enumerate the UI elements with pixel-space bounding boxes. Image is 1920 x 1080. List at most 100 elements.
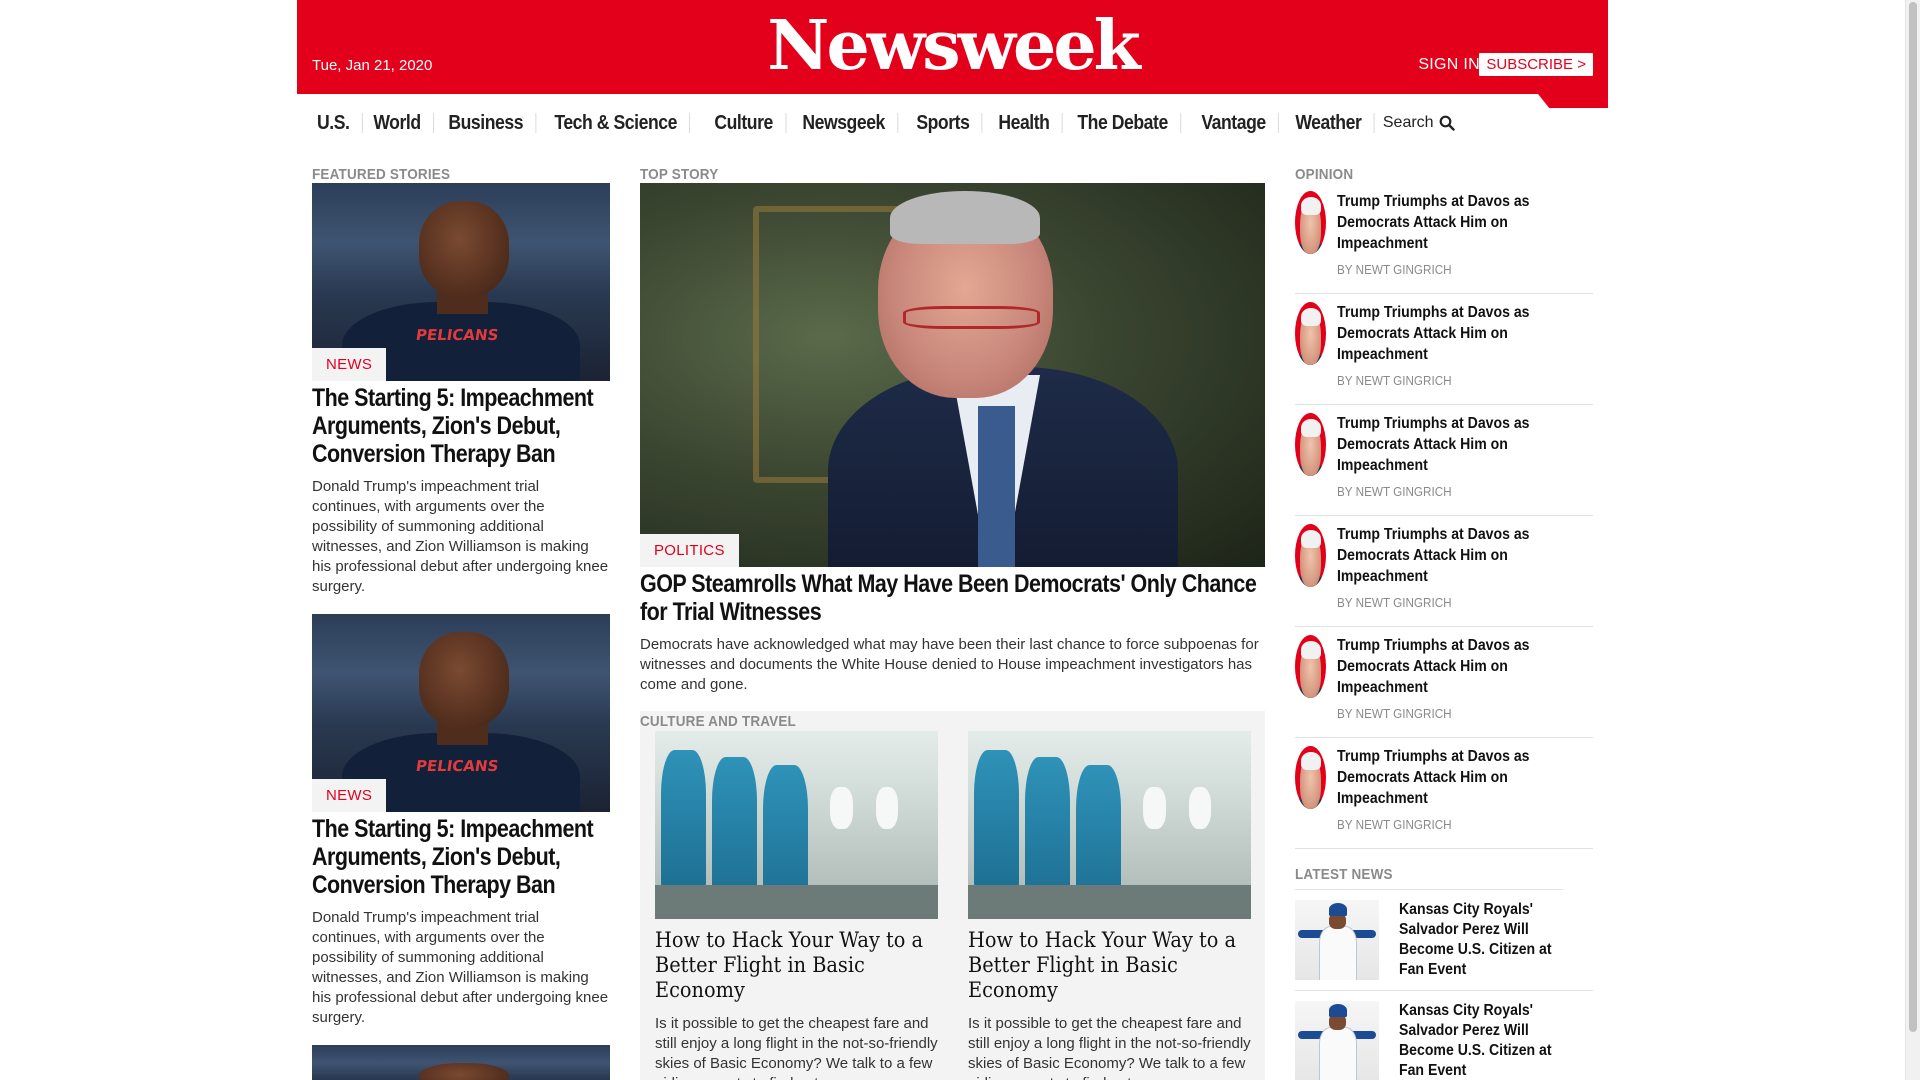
sign-in-link[interactable]: SIGN IN (1418, 56, 1480, 74)
nav-item-world[interactable]: World (361, 113, 434, 133)
author-avatar[interactable] (1295, 746, 1326, 809)
story-summary: Donald Trump's impeachment trial continu… (312, 478, 609, 595)
zion-photo[interactable]: PELICANS NEWS (312, 183, 610, 381)
opinion-item[interactable]: Trump Triumphs at Davos as Democrats Att… (1295, 738, 1593, 849)
travel-summary: Is it possible to get the cheapest fare … (968, 1015, 1251, 1080)
opinion-byline[interactable]: BY NEWT GINGRICH (1337, 262, 1568, 277)
photo-head (419, 200, 509, 296)
photo-tie (977, 405, 1015, 567)
culture-travel-label: CULTURE AND TRAVEL (640, 713, 796, 730)
opinion-item[interactable]: Trump Triumphs at Davos as Democrats Att… (1295, 405, 1593, 516)
subscribe-button[interactable]: SUBSCRIBE > (1479, 53, 1593, 76)
story-headline[interactable]: The Starting 5: Impeachment Arguments, Z… (312, 815, 609, 899)
photo-head (419, 631, 509, 727)
featured-story[interactable]: PELICANS NEWS The Starting 5: Impeachmen… (312, 614, 610, 1028)
opinion-headline[interactable]: Trump Triumphs at Davos as Democrats Att… (1337, 524, 1594, 587)
photo-glasses (902, 305, 1040, 329)
opinion-byline[interactable]: BY NEWT GINGRICH (1337, 817, 1568, 832)
opinion-item[interactable]: Trump Triumphs at Davos as Democrats Att… (1295, 183, 1593, 294)
photo-floor (968, 885, 1251, 919)
travel-headline[interactable]: How to Hack Your Way to a Better Flight … (968, 928, 1249, 1003)
category-tag[interactable]: NEWS (312, 348, 387, 381)
zion-photo-partial[interactable] (312, 1045, 610, 1080)
avatar-hair (1300, 641, 1321, 659)
opinion-item[interactable]: Trump Triumphs at Davos as Democrats Att… (1295, 627, 1593, 738)
avatar-hair (1300, 752, 1321, 770)
author-avatar[interactable] (1295, 413, 1326, 476)
photo-seat (711, 757, 757, 904)
nav-item-tech-science[interactable]: Tech & Science (542, 113, 690, 133)
plane-cabin-photo[interactable] (968, 731, 1251, 919)
opinion-headline[interactable]: Trump Triumphs at Davos as Democrats Att… (1337, 302, 1594, 365)
category-tag[interactable]: NEWS (312, 779, 387, 812)
culture-travel-section: CULTURE AND TRAVEL How to Hack Your Way … (640, 711, 1265, 1080)
photo-floor (655, 885, 938, 919)
opinion-headline[interactable]: Trump Triumphs at Davos as Democrats Att… (1337, 191, 1594, 254)
opinion-headline[interactable]: Trump Triumphs at Davos as Democrats Att… (1337, 746, 1594, 809)
featured-story[interactable]: PELICANS NEWS The Starting 5: Impeachmen… (312, 183, 610, 597)
nav-item-the-debate[interactable]: The Debate (1065, 113, 1181, 133)
newsweek-logo[interactable]: Newsweek (297, 6, 1608, 86)
photo-window (1143, 787, 1167, 829)
top-story-headline[interactable]: GOP Steamrolls What May Have Been Democr… (640, 570, 1264, 626)
author-avatar[interactable] (1295, 524, 1326, 587)
search-label: Search (1382, 114, 1434, 131)
category-tag[interactable]: POLITICS (640, 534, 739, 567)
opinion-byline[interactable]: BY NEWT GINGRICH (1337, 484, 1568, 499)
shirt-print: PELICANS (415, 325, 500, 344)
page-scrollbar[interactable] (1905, 0, 1920, 1080)
nav-item-health[interactable]: Health (986, 113, 1063, 133)
travel-card[interactable]: How to Hack Your Way to a Better Flight … (655, 731, 938, 1080)
top-story-photo[interactable]: POLITICS (640, 183, 1265, 567)
photo-cap (1328, 903, 1348, 916)
main-nav: U.S. World Business Tech & Science Cultu… (297, 106, 1608, 140)
nav-item-sports[interactable]: Sports (904, 113, 983, 133)
opinion-item[interactable]: Trump Triumphs at Davos as Democrats Att… (1295, 294, 1593, 405)
photo-seat (1024, 757, 1070, 904)
opinion-item[interactable]: Trump Triumphs at Davos as Democrats Att… (1295, 516, 1593, 627)
author-avatar[interactable] (1295, 302, 1326, 365)
opinion-headline[interactable]: Trump Triumphs at Davos as Democrats Att… (1337, 635, 1594, 698)
travel-headline[interactable]: How to Hack Your Way to a Better Flight … (655, 928, 936, 1003)
top-story-summary: Democrats have acknowledged what may hav… (640, 636, 1259, 693)
latest-news-item[interactable]: Kansas City Royals' Salvador Perez Will … (1295, 890, 1593, 991)
latest-headline[interactable]: Kansas City Royals' Salvador Perez Will … (1399, 900, 1570, 980)
nav-search[interactable]: Search (1383, 114, 1455, 132)
photo-uniform (1318, 1026, 1358, 1080)
royals-photo[interactable] (1295, 1001, 1379, 1080)
photo-hair (890, 190, 1040, 245)
photo-cap (1328, 1004, 1348, 1017)
photo-uniform (1318, 925, 1358, 980)
plane-cabin-photo[interactable] (655, 731, 938, 919)
nav-item-us[interactable]: U.S. (317, 113, 363, 133)
author-avatar[interactable] (1295, 635, 1326, 698)
scrollbar-thumb[interactable] (1909, 2, 1917, 1032)
avatar-hair (1300, 308, 1321, 326)
nav-item-vantage[interactable]: Vantage (1189, 113, 1279, 133)
photo-window (830, 787, 854, 829)
nav-item-weather[interactable]: Weather (1283, 113, 1375, 133)
opinion-byline[interactable]: BY NEWT GINGRICH (1337, 373, 1568, 388)
opinion-label: OPINION (1295, 166, 1354, 183)
nav-item-business[interactable]: Business (436, 113, 536, 133)
photo-seat (660, 749, 706, 897)
latest-headline[interactable]: Kansas City Royals' Salvador Perez Will … (1399, 1001, 1570, 1080)
featured-label: FEATURED STORIES (312, 166, 451, 183)
story-headline[interactable]: The Starting 5: Impeachment Arguments, Z… (312, 384, 609, 468)
photo-seat (973, 749, 1019, 897)
nav-item-culture[interactable]: Culture (702, 113, 787, 133)
story-summary: Donald Trump's impeachment trial continu… (312, 909, 609, 1026)
royals-photo[interactable] (1295, 900, 1379, 980)
latest-news-item[interactable]: Kansas City Royals' Salvador Perez Will … (1295, 991, 1593, 1080)
opinion-headline[interactable]: Trump Triumphs at Davos as Democrats Att… (1337, 413, 1594, 476)
search-icon (1439, 115, 1455, 131)
sidebar: OPINION Trump Triumphs at Davos as Democ… (1295, 166, 1593, 1080)
photo-window (1188, 787, 1212, 829)
shirt-print: PELICANS (415, 756, 500, 775)
author-avatar[interactable] (1295, 191, 1326, 254)
zion-photo[interactable]: PELICANS NEWS (312, 614, 610, 812)
nav-item-newsgeek[interactable]: Newsgeek (790, 113, 898, 133)
opinion-byline[interactable]: BY NEWT GINGRICH (1337, 706, 1568, 721)
travel-card[interactable]: How to Hack Your Way to a Better Flight … (968, 731, 1251, 1080)
opinion-byline[interactable]: BY NEWT GINGRICH (1337, 595, 1568, 610)
